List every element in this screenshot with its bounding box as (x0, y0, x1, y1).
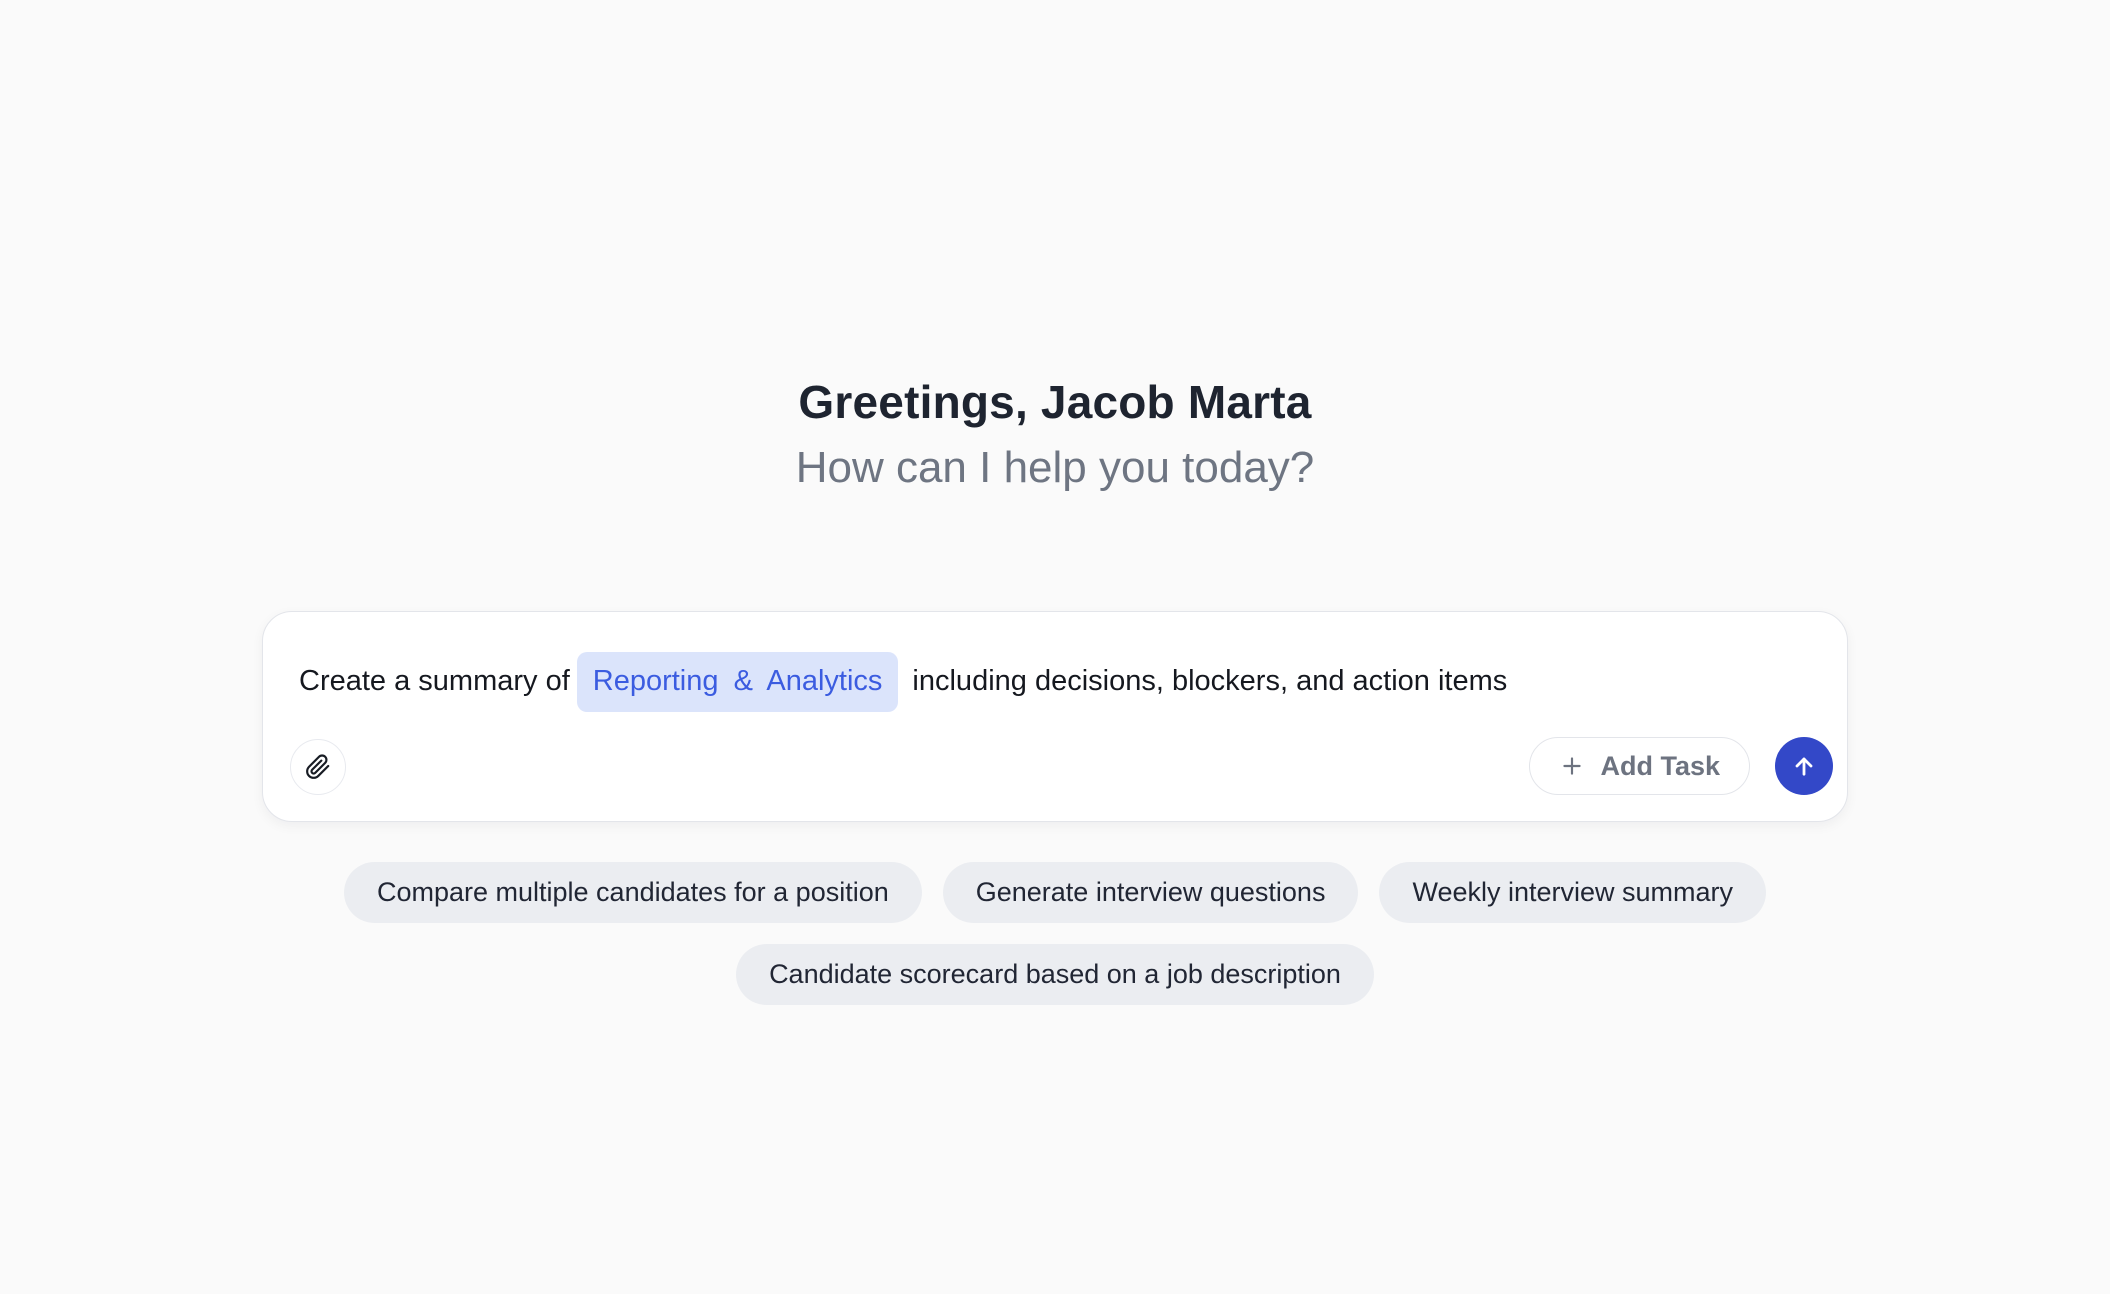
suggestion-pill[interactable]: Generate interview questions (943, 862, 1359, 923)
paperclip-icon (305, 754, 331, 780)
prompt-composer: Create a summary ofReporting & Analytics… (262, 611, 1848, 822)
greeting-subtitle: How can I help you today? (796, 441, 1315, 495)
attach-button[interactable] (290, 739, 346, 795)
greeting-title: Greetings, Jacob Marta (796, 374, 1315, 430)
prompt-text-before: Create a summary of (299, 665, 570, 697)
greeting-block: Greetings, Jacob Marta How can I help yo… (796, 374, 1315, 495)
add-task-button[interactable]: Add Task (1529, 737, 1750, 795)
page-root: Greetings, Jacob Marta How can I help yo… (0, 0, 2110, 1294)
arrow-up-icon (1790, 752, 1818, 780)
add-task-label: Add Task (1600, 751, 1720, 782)
suggestions-row-1: Compare multiple candidates for a positi… (344, 862, 1766, 923)
composer-actions: Add Task (1529, 737, 1833, 795)
prompt-input[interactable]: Create a summary ofReporting & Analytics… (299, 652, 1811, 712)
suggestion-pill[interactable]: Compare multiple candidates for a positi… (344, 862, 922, 923)
suggestion-pill[interactable]: Weekly interview summary (1379, 862, 1766, 923)
send-button[interactable] (1775, 737, 1833, 795)
topic-chip[interactable]: Reporting & Analytics (577, 652, 899, 712)
prompt-text-after: including decisions, blockers, and actio… (912, 665, 1507, 697)
suggestion-pill[interactable]: Candidate scorecard based on a job descr… (736, 944, 1374, 1005)
suggestions-block: Compare multiple candidates for a positi… (344, 862, 1766, 1005)
plus-icon (1559, 753, 1585, 779)
suggestions-row-2: Candidate scorecard based on a job descr… (736, 944, 1374, 1005)
